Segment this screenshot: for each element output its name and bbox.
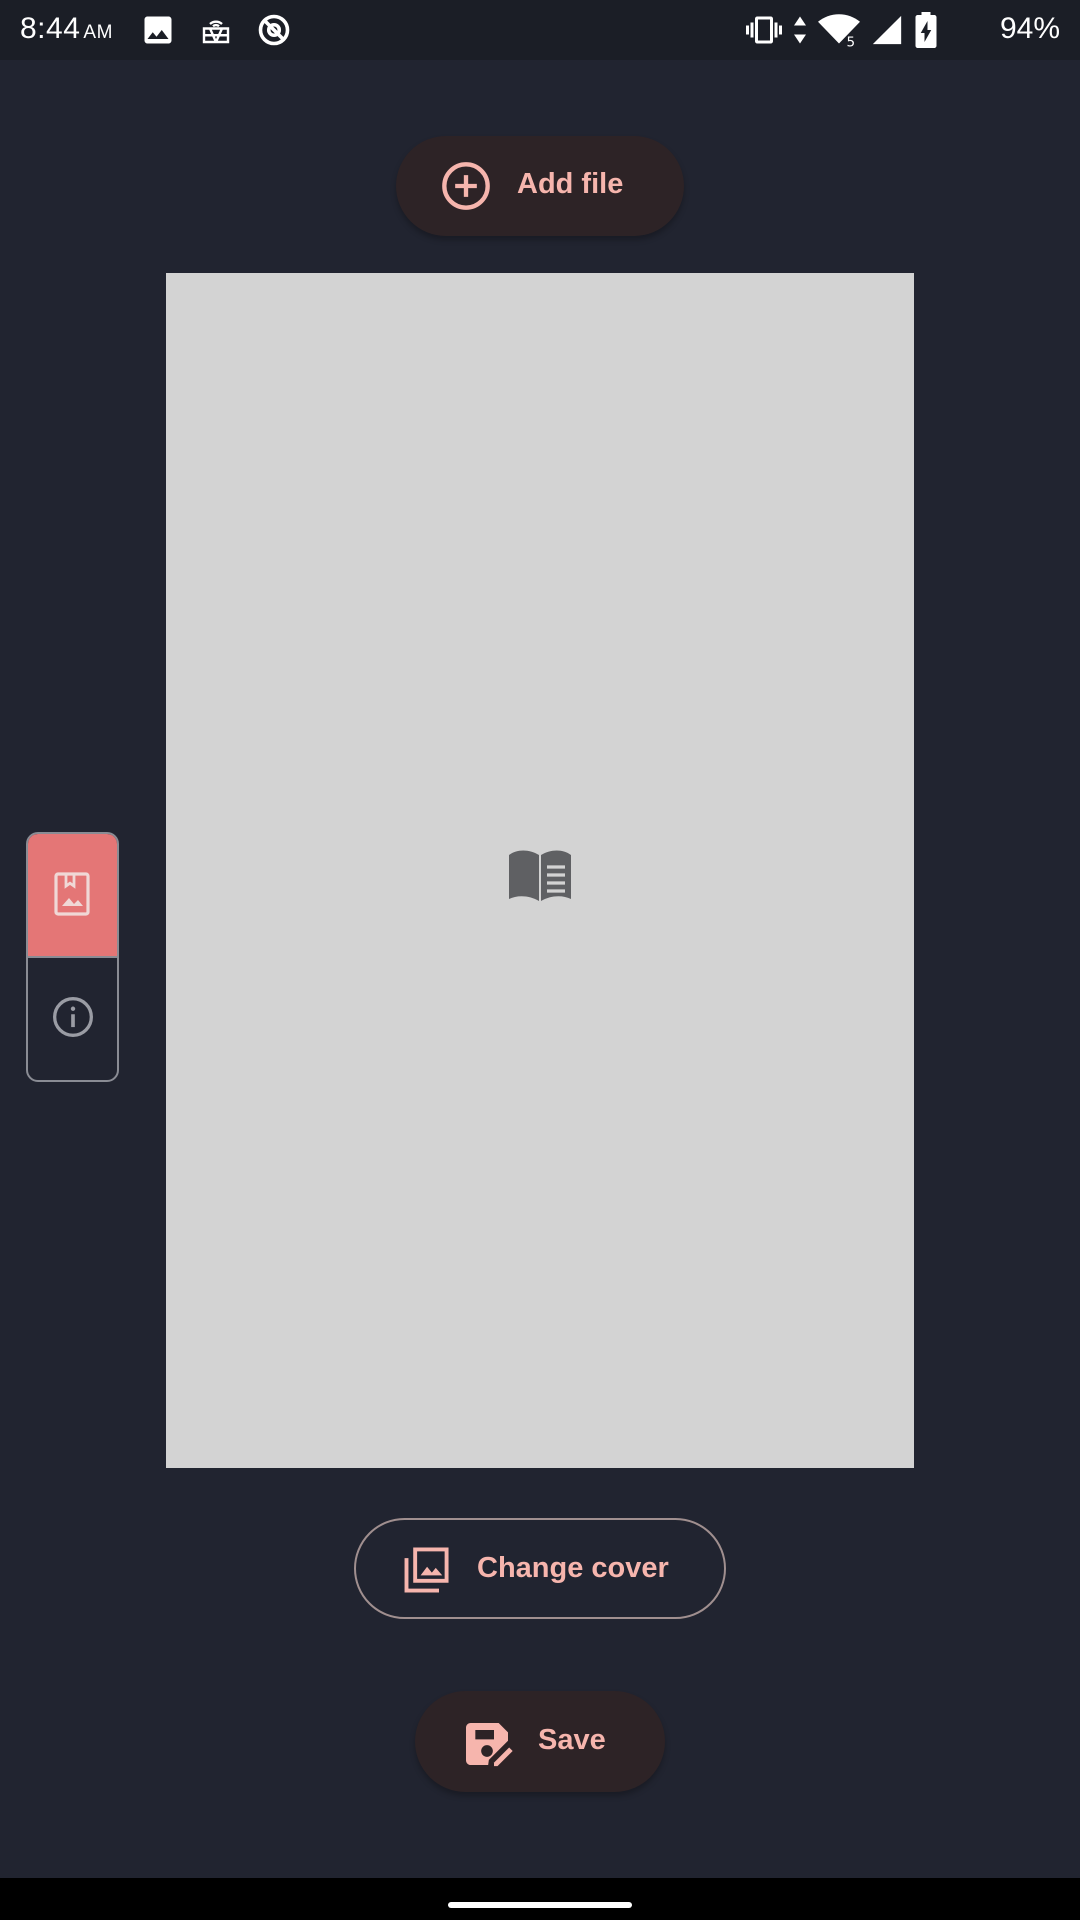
tab-info[interactable]: [28, 958, 117, 1080]
side-tabs: [26, 832, 119, 1082]
clock: 8:44: [20, 12, 81, 45]
wifi-icon: 5: [818, 14, 860, 49]
notification-icons: [140, 12, 292, 48]
vibrate-icon: [746, 16, 782, 44]
cover-preview[interactable]: [166, 273, 914, 1468]
cast-icon: [202, 20, 230, 44]
battery-percent: 94%: [999, 12, 1060, 45]
info-icon: [53, 997, 93, 1037]
system-icons: 5: [746, 12, 938, 48]
change-cover-button[interactable]: Change cover: [354, 1518, 726, 1619]
status-bar: 8:44 AM 5 94%: [0, 0, 1080, 60]
data-arrows-icon: [794, 16, 806, 44]
add-file-label: Add file: [517, 168, 624, 200]
cover-image-icon: [54, 872, 90, 916]
no-disturb-icon: [258, 14, 290, 46]
signal-icon: [872, 15, 902, 45]
add-file-button[interactable]: Add file: [396, 136, 684, 236]
add-circle-icon: [442, 162, 490, 210]
save-button[interactable]: Save: [415, 1691, 665, 1792]
svg-text:5: 5: [847, 35, 856, 49]
clock-ampm: AM: [83, 22, 113, 43]
photo-library-icon: [404, 1547, 449, 1593]
book-open-icon: [509, 850, 571, 901]
change-cover-label: Change cover: [477, 1552, 669, 1584]
home-indicator[interactable]: [448, 1902, 632, 1908]
battery-charging-icon: [915, 12, 937, 48]
tab-cover[interactable]: [28, 834, 117, 958]
image-icon: [144, 16, 172, 44]
save-label: Save: [538, 1724, 606, 1756]
navigation-bar: [0, 1878, 1080, 1920]
status-time: 8:44 AM: [20, 12, 113, 46]
save-edit-icon: [466, 1723, 513, 1767]
